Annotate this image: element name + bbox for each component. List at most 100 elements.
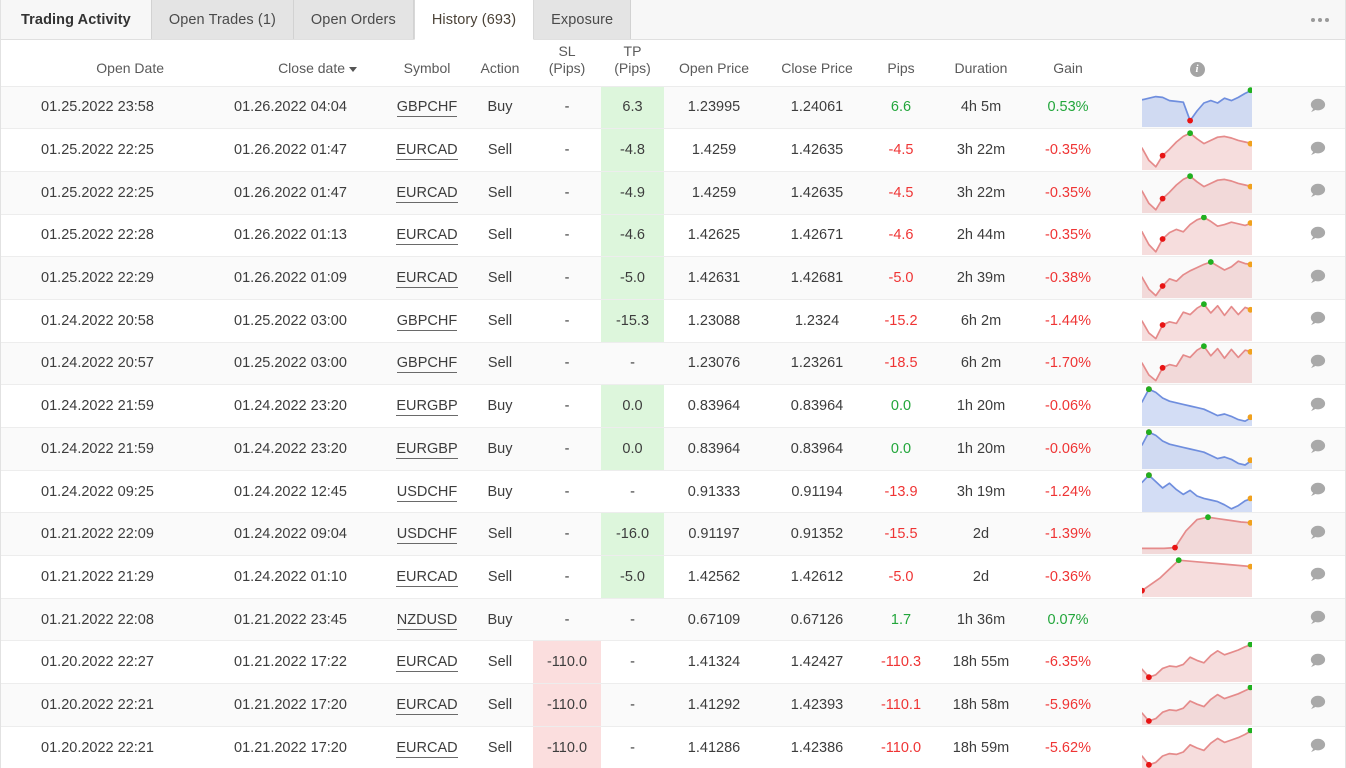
comment-icon[interactable] <box>1308 440 1327 458</box>
tab-open-trades[interactable]: Open Trades (1) <box>151 0 294 39</box>
symbol-link[interactable]: EURGBP <box>396 398 458 417</box>
symbol-link[interactable]: EURCAD <box>396 696 458 715</box>
symbol-link[interactable]: USDCHF <box>396 526 458 545</box>
cell-sparkline[interactable] <box>1106 128 1288 172</box>
comment-icon[interactable] <box>1308 141 1327 160</box>
cell-sparkline[interactable] <box>1106 726 1288 768</box>
table-row[interactable]: 01.24.2022 21:59 01.24.2022 23:20 EURGBP Bu… <box>1 427 1345 471</box>
comment-icon[interactable] <box>1308 525 1327 544</box>
cell-sparkline[interactable] <box>1106 214 1288 258</box>
cell-symbol[interactable]: NZDUSD <box>387 598 467 642</box>
cell-symbol[interactable]: EURCAD <box>387 256 467 300</box>
cell-sparkline[interactable] <box>1106 512 1288 557</box>
symbol-link[interactable]: EURCAD <box>396 184 458 203</box>
cell-symbol[interactable]: EURCAD <box>387 128 467 172</box>
comment-icon[interactable] <box>1308 183 1327 202</box>
table-row[interactable]: 01.21.2022 22:09 01.24.2022 09:04 USDCHF Se… <box>1 512 1345 557</box>
cell-sparkline[interactable] <box>1106 299 1288 343</box>
cell-symbol[interactable]: EURCAD <box>387 683 467 727</box>
cell-note[interactable] <box>1288 470 1345 514</box>
comment-icon[interactable] <box>1308 397 1327 416</box>
symbol-link[interactable]: EURCAD <box>396 654 458 673</box>
cell-note[interactable] <box>1288 555 1345 599</box>
symbol-link[interactable]: GBPCHF <box>396 99 458 118</box>
column-header-sl[interactable]: SL (Pips) <box>533 40 601 87</box>
comment-icon[interactable] <box>1308 653 1327 672</box>
table-row[interactable]: 01.24.2022 21:59 01.24.2022 23:20 EURGBP Bu… <box>1 384 1345 428</box>
column-header-symbol[interactable]: Symbol <box>387 40 467 87</box>
cell-symbol[interactable]: GBPCHF <box>387 86 467 130</box>
cell-symbol[interactable]: USDCHF <box>387 512 467 557</box>
cell-note[interactable] <box>1288 256 1345 300</box>
cell-note[interactable] <box>1288 299 1345 343</box>
tab-exposure[interactable]: Exposure <box>534 0 632 39</box>
column-header-action[interactable]: Action <box>467 40 533 87</box>
tab-history[interactable]: History (693) <box>413 0 535 40</box>
cell-sparkline[interactable] <box>1106 640 1288 685</box>
table-row[interactable]: 01.25.2022 22:25 01.26.2022 01:47 EURCAD Se… <box>1 128 1345 172</box>
column-header-duration[interactable]: Duration <box>932 40 1030 87</box>
cell-note[interactable] <box>1288 342 1345 386</box>
table-row[interactable]: 01.24.2022 20:57 01.25.2022 03:00 GBPCHF Se… <box>1 342 1345 386</box>
cell-note[interactable] <box>1288 512 1345 557</box>
cell-note[interactable] <box>1288 640 1345 685</box>
table-row[interactable]: 01.20.2022 22:21 01.21.2022 17:20 EURCAD Se… <box>1 683 1345 727</box>
comment-icon[interactable] <box>1308 269 1327 288</box>
cell-note[interactable] <box>1288 128 1345 172</box>
table-row[interactable]: 01.25.2022 22:28 01.26.2022 01:13 EURCAD Se… <box>1 214 1345 258</box>
cell-symbol[interactable]: USDCHF <box>387 470 467 514</box>
cell-note[interactable] <box>1288 214 1345 258</box>
cell-sparkline[interactable] <box>1106 384 1288 428</box>
cell-note[interactable] <box>1288 427 1345 471</box>
cell-note[interactable] <box>1288 726 1345 768</box>
cell-note[interactable] <box>1288 86 1345 130</box>
table-row[interactable]: 01.25.2022 22:25 01.26.2022 01:47 EURCAD Se… <box>1 171 1345 215</box>
tab-trading-activity[interactable]: Trading Activity <box>1 0 152 39</box>
comment-icon[interactable] <box>1308 354 1327 373</box>
info-icon[interactable]: i <box>1189 61 1205 77</box>
cell-sparkline[interactable] <box>1106 598 1288 642</box>
comment-icon[interactable] <box>1308 482 1327 501</box>
comment-icon[interactable] <box>1308 226 1327 245</box>
symbol-link[interactable]: EURCAD <box>396 270 458 289</box>
cell-symbol[interactable]: EURGBP <box>387 384 467 428</box>
cell-note[interactable] <box>1288 683 1345 727</box>
symbol-link[interactable]: GBPCHF <box>396 355 458 374</box>
cell-sparkline[interactable] <box>1106 470 1288 514</box>
table-row[interactable]: 01.25.2022 22:29 01.26.2022 01:09 EURCAD Se… <box>1 256 1345 300</box>
column-header-open-price[interactable]: Open Price <box>664 40 764 87</box>
symbol-link[interactable]: EURCAD <box>396 568 458 587</box>
cell-symbol[interactable]: EURCAD <box>387 214 467 258</box>
table-row[interactable]: 01.25.2022 23:58 01.26.2022 04:04 GBPCHF Bu… <box>1 86 1345 130</box>
cell-sparkline[interactable] <box>1106 427 1288 471</box>
comment-icon[interactable] <box>1308 568 1327 586</box>
comment-icon[interactable] <box>1308 98 1327 117</box>
comment-icon[interactable] <box>1308 610 1327 629</box>
cell-note[interactable] <box>1288 384 1345 428</box>
symbol-link[interactable]: USDCHF <box>396 483 458 502</box>
symbol-link[interactable]: GBPCHF <box>396 312 458 331</box>
more-options-icon[interactable] <box>1309 12 1331 28</box>
comment-icon[interactable] <box>1308 738 1327 757</box>
column-header-open-date[interactable]: Open Date <box>1 40 194 87</box>
table-row[interactable]: 01.20.2022 22:27 01.21.2022 17:22 EURCAD Se… <box>1 640 1345 685</box>
cell-sparkline[interactable] <box>1106 171 1288 215</box>
cell-sparkline[interactable] <box>1106 555 1288 599</box>
cell-sparkline[interactable] <box>1106 256 1288 300</box>
table-row[interactable]: 01.24.2022 09:25 01.24.2022 12:45 USDCHF Bu… <box>1 470 1345 514</box>
symbol-link[interactable]: EURCAD <box>396 142 458 161</box>
column-header-tp[interactable]: TP (Pips) <box>601 40 664 87</box>
cell-sparkline[interactable] <box>1106 342 1288 386</box>
comment-icon[interactable] <box>1308 696 1327 714</box>
cell-note[interactable] <box>1288 598 1345 642</box>
symbol-link[interactable]: EURCAD <box>396 227 458 246</box>
table-row[interactable]: 01.20.2022 22:21 01.21.2022 17:20 EURCAD Se… <box>1 726 1345 768</box>
cell-symbol[interactable]: EURCAD <box>387 171 467 215</box>
symbol-link[interactable]: NZDUSD <box>396 611 458 630</box>
cell-sparkline[interactable] <box>1106 86 1288 130</box>
cell-symbol[interactable]: EURCAD <box>387 640 467 685</box>
cell-symbol[interactable]: GBPCHF <box>387 299 467 343</box>
table-row[interactable]: 01.21.2022 21:29 01.24.2022 01:10 EURCAD Se… <box>1 555 1345 599</box>
table-row[interactable]: 01.21.2022 22:08 01.21.2022 23:45 NZDUSD Bu… <box>1 598 1345 642</box>
cell-symbol[interactable]: GBPCHF <box>387 342 467 386</box>
